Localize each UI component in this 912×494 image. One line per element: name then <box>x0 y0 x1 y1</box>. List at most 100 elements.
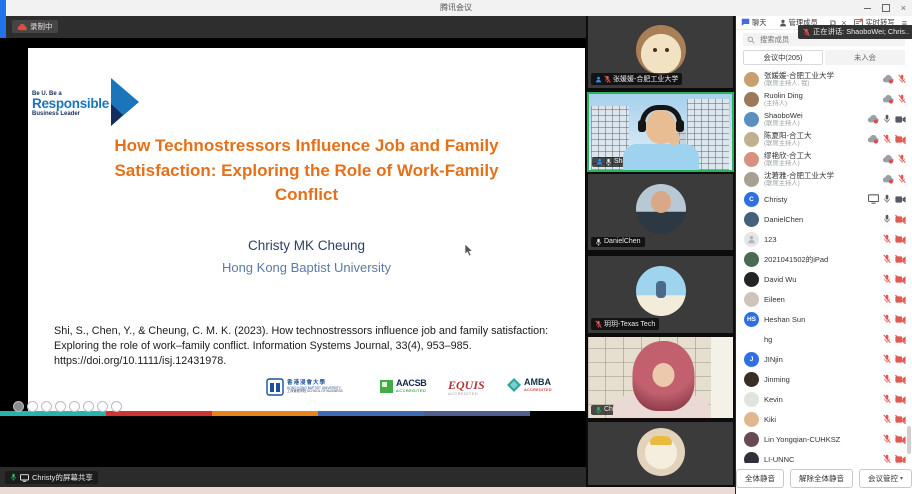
video-tile-danielchen[interactable]: DanielChen <box>588 174 733 250</box>
participant-row[interactable]: 张媛媛-合肥工业大学(联席主持人, 我) <box>736 69 912 89</box>
camera-off-icon <box>895 355 906 364</box>
participant-row[interactable]: 缪艳欣-合工大(联席主持人) <box>736 149 912 169</box>
prev-slide-button[interactable] <box>13 401 24 412</box>
maximize-button[interactable] <box>882 4 890 12</box>
avatar <box>744 152 759 167</box>
camera-off-icon <box>895 415 906 424</box>
participant-row[interactable]: Kiki <box>736 409 912 429</box>
participant-row[interactable]: David Wu <box>736 269 912 289</box>
slideshow-toolbar <box>13 401 122 412</box>
camera-off-icon <box>895 335 906 344</box>
participant-name: David Wu <box>764 275 878 284</box>
mic-muted-icon <box>883 254 891 264</box>
search-icon <box>747 36 755 44</box>
tab-chat[interactable]: 聊天 <box>741 18 767 28</box>
display-settings-button[interactable] <box>97 401 108 412</box>
mic-muted-icon <box>883 274 891 284</box>
avatar <box>744 132 759 147</box>
avatar <box>744 292 759 307</box>
screen-share-status[interactable]: Christy的屏幕共享 <box>5 471 98 484</box>
minimize-button[interactable] <box>864 8 871 9</box>
camera-on-icon <box>895 195 906 204</box>
participant-row[interactable]: Kevin <box>736 389 912 409</box>
video-tile-texastech[interactable]: 玥玥-Texas Tech <box>588 256 733 333</box>
mic-muted-icon <box>898 74 906 84</box>
person-body <box>623 144 699 170</box>
video-tile-christy[interactable]: Christy <box>588 337 733 418</box>
recording-badge[interactable]: 录制中 <box>12 20 58 33</box>
avatar <box>744 72 759 87</box>
close-button[interactable]: × <box>901 0 906 16</box>
avatar <box>636 25 686 75</box>
logo-arrow-icon <box>109 78 149 130</box>
participant-name: hg <box>764 335 878 344</box>
participant-role: (联席主持人, 我) <box>764 80 877 87</box>
aacsb-sub-label: ACCREDITED <box>396 389 427 393</box>
participant-row[interactable]: Jinming <box>736 369 912 389</box>
participant-row[interactable]: 沈莙雅-合肥工业大学(联席主持人) <box>736 169 912 189</box>
subtitles-button[interactable] <box>83 401 94 412</box>
camera-off-icon <box>895 435 906 444</box>
camera-on-icon <box>895 115 906 124</box>
mute-all-button[interactable]: 全体静音 <box>736 469 784 488</box>
participants-panel: 聊天 管理成员 ⧉ × 实时转写 ≡ 正在讲话: ShaoboWei; Chri… <box>735 16 912 494</box>
meeting-control-button[interactable]: 会议管控▾ <box>859 469 912 488</box>
scrollbar-thumb[interactable] <box>907 426 911 454</box>
participant-row[interactable]: CChristy <box>736 189 912 209</box>
video-tile-zhangyuanyuan[interactable]: 张媛媛-合肥工业大学 <box>588 16 733 88</box>
participant-name: 张媛媛-合肥工业大学 <box>613 74 678 84</box>
see-all-slides-button[interactable] <box>55 401 66 412</box>
participant-row[interactable]: 2021041502的iPad <box>736 249 912 269</box>
video-tile-cat[interactable] <box>588 422 733 485</box>
recording-label: 录制中 <box>30 21 53 32</box>
participant-row[interactable]: ShaoboWei(联席主持人) <box>736 109 912 129</box>
desktop-accent-strip <box>0 0 6 38</box>
tab-in-meeting[interactable]: 会议中(205) <box>743 50 823 65</box>
mic-on-icon <box>883 194 891 204</box>
pen-button[interactable] <box>41 401 52 412</box>
mic-on-icon <box>883 214 891 224</box>
avatar <box>637 428 685 476</box>
mic-on-icon <box>605 158 612 166</box>
participant-row[interactable]: hg <box>736 329 912 349</box>
tab-not-joined[interactable]: 未入会 <box>825 50 905 65</box>
participant-row[interactable]: LI-UNNC <box>736 449 912 463</box>
person-hair <box>632 341 694 411</box>
more-button[interactable] <box>111 401 122 412</box>
mic-muted-icon <box>883 414 891 424</box>
mic-muted-icon <box>898 174 906 184</box>
video-thumbnails-column: 张媛媛-合肥工业大学 ShaoboWei DanielChen <box>586 16 735 494</box>
member-tabs: 会议中(205) 未入会 <box>743 50 905 65</box>
participant-role: (联席主持人) <box>764 180 877 187</box>
unmute-all-button[interactable]: 解除全体静音 <box>790 469 853 488</box>
next-slide-button[interactable] <box>27 401 38 412</box>
brand-bar-segment-5 <box>424 411 530 416</box>
mic-muted-icon <box>883 434 891 444</box>
brand-bar-segment-3 <box>212 411 318 416</box>
avatar <box>744 112 759 127</box>
participant-list: 张媛媛-合肥工业大学(联席主持人, 我)Ruolin Ding(主持人)Shao… <box>736 69 912 463</box>
video-tile-shaobowei[interactable]: ShaoboWei <box>587 92 734 172</box>
speaking-tooltip-text: 正在讲话: ShaoboWei; Chris.. <box>813 27 909 37</box>
mic-muted-icon <box>595 320 602 328</box>
participant-row[interactable]: 陈夏阳-合工大(联席主持人) <box>736 129 912 149</box>
participant-row[interactable]: Eileen <box>736 289 912 309</box>
participant-name: 张媛媛-合肥工业大学 <box>764 71 877 80</box>
cloud-recording-icon <box>867 134 879 144</box>
amba-mark-icon <box>507 378 521 392</box>
avatar <box>744 432 759 447</box>
participant-row[interactable]: JJINjin <box>736 349 912 369</box>
slide-author: Christy MK Cheung <box>28 238 585 253</box>
participant-role: (联席主持人) <box>764 120 862 127</box>
participant-row[interactable]: Lin Yongqian-CUHKSZ <box>736 429 912 449</box>
mic-muted-icon <box>898 154 906 164</box>
participant-name: Kevin <box>764 395 878 404</box>
participant-row[interactable]: HSHeshan Sun <box>736 309 912 329</box>
cloud-recording-icon <box>17 23 27 31</box>
participant-name: Christy <box>764 195 863 204</box>
video-tile-label: 张媛媛-合肥工业大学 <box>591 73 682 85</box>
zoom-button[interactable] <box>69 401 80 412</box>
participant-row[interactable]: 123 <box>736 229 912 249</box>
participant-row[interactable]: DanielChen <box>736 209 912 229</box>
participant-row[interactable]: Ruolin Ding(主持人) <box>736 89 912 109</box>
